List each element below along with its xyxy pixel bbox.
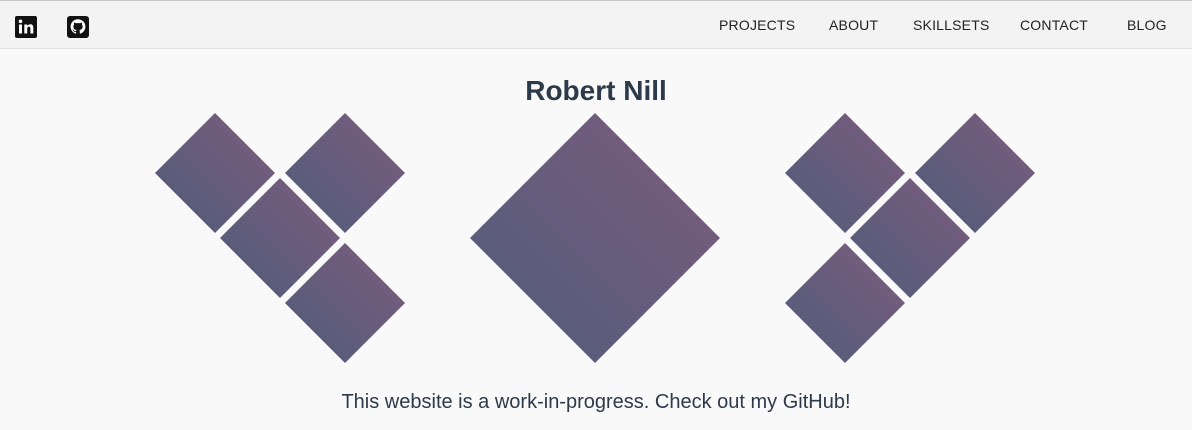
site-caption: This website is a work-in-progress. Chec… [341, 391, 851, 413]
logo-diamond-graphic [155, 113, 1035, 363]
diamond-center [470, 113, 720, 363]
